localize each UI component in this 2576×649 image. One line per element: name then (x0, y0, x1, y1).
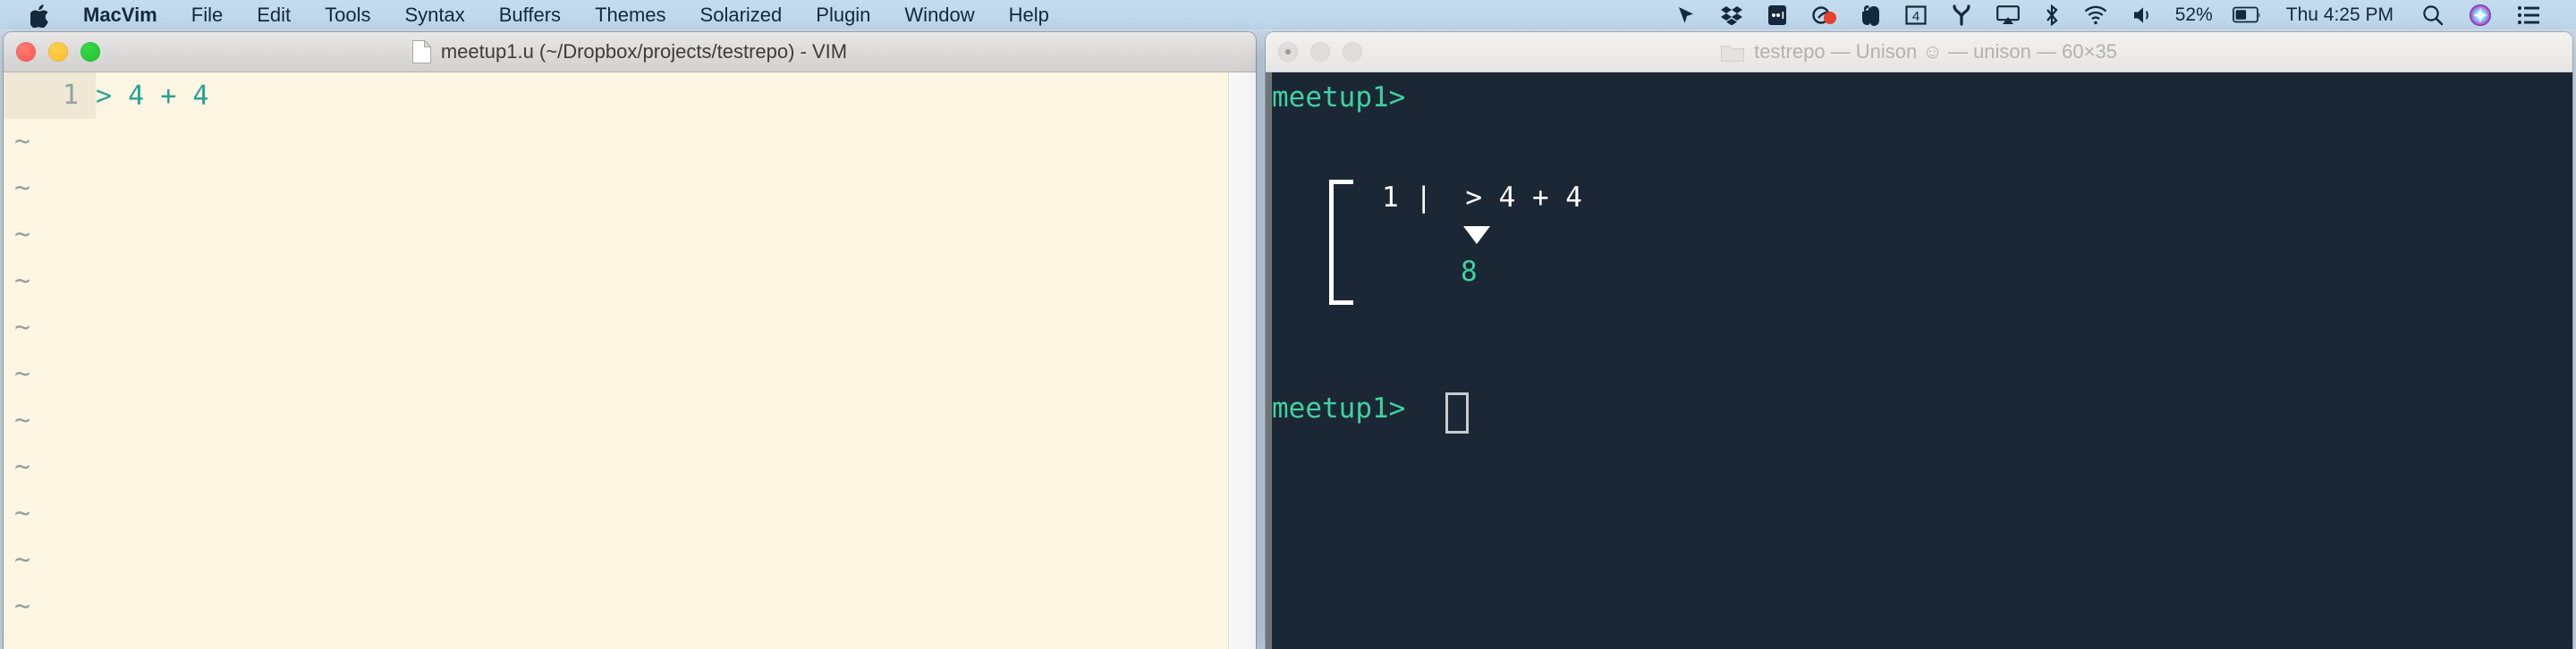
terminal-title-bar[interactable]: testrepo — Unison ☺ — unison — 60×35 (1266, 32, 2572, 72)
tilde-marker: ~ (14, 591, 31, 622)
menu-item-solarized[interactable]: Solarized (683, 0, 800, 30)
terminal-content-area[interactable]: meetup1> 1 | > 4 + 4 8 meetup1> (1266, 72, 2572, 649)
tilde-marker: ~ (14, 173, 31, 204)
app-dots-icon[interactable] (1755, 0, 1800, 30)
line-number-1: 1 (4, 72, 96, 119)
macvim-editor-area[interactable]: 1 > 4 + 4 ~ ~ ~ ~ ~ ~ ~ ~ ~ ~ ~ (4, 72, 1256, 649)
editor-empty-line: ~ (4, 305, 1256, 351)
calendar-day-text: 4 (1912, 9, 1919, 24)
minimize-button[interactable] (1310, 42, 1330, 62)
control-center-icon[interactable] (2504, 0, 2553, 30)
location-arrow-icon[interactable] (1664, 0, 1708, 30)
zoom-button[interactable] (1343, 42, 1362, 62)
editor-scrollbar[interactable] (1228, 72, 1256, 649)
watch-result-value: 8 (1461, 256, 1478, 288)
watch-expression-text: 1 | > 4 + 4 (1382, 181, 1582, 214)
editor-line-1[interactable]: 1 > 4 + 4 (4, 72, 1256, 119)
editor-line-1-code: > 4 + 4 (96, 80, 209, 112)
menu-item-buffers[interactable]: Buffers (482, 0, 578, 30)
menu-item-plugin[interactable]: Plugin (799, 0, 887, 30)
battery-icon[interactable] (2220, 0, 2274, 30)
watch-expression-bracket (1329, 180, 1353, 305)
editor-empty-line: ~ (4, 444, 1256, 491)
macvim-title-bar[interactable]: meetup1.u (~/Dropbox/projects/testrepo) … (4, 32, 1256, 72)
terminal-traffic-lights (1278, 32, 1362, 72)
menu-item-macvim[interactable]: MacVim (66, 0, 174, 30)
folder-icon (1721, 43, 1745, 62)
tilde-marker: ~ (14, 219, 31, 250)
editor-empty-line: ~ (4, 258, 1256, 305)
editor-empty-line: ~ (4, 398, 1256, 444)
close-button[interactable] (1278, 42, 1298, 62)
terminal-prompt-top: meetup1> (1272, 81, 1406, 114)
tilde-marker: ~ (14, 312, 31, 343)
siri-icon[interactable] (2456, 0, 2504, 30)
macvim-title-group: meetup1.u (~/Dropbox/projects/testrepo) … (411, 40, 848, 63)
calendar-icon[interactable]: 4 (1893, 0, 1939, 30)
airplay-icon[interactable] (1984, 0, 2032, 30)
volume-icon[interactable] (2120, 0, 2166, 30)
battery-percent-label: 52% (2174, 4, 2213, 25)
menu-item-tools[interactable]: Tools (308, 0, 387, 30)
menu-item-syntax[interactable]: Syntax (387, 0, 481, 30)
menu-item-themes[interactable]: Themes (578, 0, 682, 30)
close-button[interactable] (16, 42, 36, 62)
tilde-marker: ~ (14, 451, 31, 483)
editor-empty-line: ~ (4, 491, 1256, 537)
down-triangle-icon (1463, 226, 1490, 244)
macvim-title-text: meetup1.u (~/Dropbox/projects/testrepo) … (440, 40, 848, 63)
menu-item-window[interactable]: Window (887, 0, 991, 30)
macvim-window[interactable]: meetup1.u (~/Dropbox/projects/testrepo) … (4, 32, 1256, 649)
editor-empty-line: ~ (4, 119, 1256, 165)
editor-empty-line: ~ (4, 212, 1256, 258)
bluetooth-icon[interactable] (2032, 0, 2072, 30)
terminal-prompt-bottom: meetup1> (1272, 392, 1406, 425)
terminal-cursor[interactable] (1445, 392, 1469, 434)
menu-item-help[interactable]: Help (992, 0, 1066, 30)
apple-logo-icon (30, 4, 50, 29)
minimize-button[interactable] (48, 42, 68, 62)
menu-item-file[interactable]: File (174, 0, 240, 30)
apple-menu[interactable] (30, 0, 66, 30)
editor-empty-line: ~ (4, 165, 1256, 212)
zoom-button[interactable] (80, 42, 100, 62)
tilde-marker: ~ (14, 544, 31, 576)
terminal-title-group: testrepo — Unison ☺ — unison — 60×35 (1721, 40, 2117, 63)
terminal-window[interactable]: testrepo — Unison ☺ — unison — 60×35 mee… (1266, 32, 2572, 649)
screen: MacVim File Edit Tools Syntax Buffers Th… (0, 0, 2576, 649)
menu-item-edit[interactable]: Edit (240, 0, 308, 30)
tilde-marker: ~ (14, 405, 31, 436)
menu-bar-clock[interactable]: Thu 4:25 PM (2274, 4, 2410, 26)
dropbox-icon[interactable] (1708, 0, 1755, 30)
tilde-marker: ~ (14, 358, 31, 390)
fork-branch-icon[interactable] (1939, 0, 1984, 30)
macos-menu-bar: MacVim File Edit Tools Syntax Buffers Th… (0, 0, 2576, 30)
editor-empty-line: ~ (4, 351, 1256, 398)
macvim-traffic-lights (16, 32, 100, 72)
wifi-icon[interactable] (2072, 0, 2120, 30)
tilde-marker: ~ (14, 266, 31, 297)
document-icon (411, 40, 431, 63)
editor-empty-line: ~ (4, 537, 1256, 584)
screen-record-icon[interactable] (1800, 0, 1850, 30)
menu-bar-left: MacVim File Edit Tools Syntax Buffers Th… (0, 0, 1066, 30)
search-icon[interactable] (2410, 0, 2456, 30)
tilde-marker: ~ (14, 498, 31, 529)
terminal-scrollbar[interactable] (1266, 72, 1272, 649)
evernote-icon[interactable] (1850, 0, 1893, 30)
tilde-marker: ~ (14, 126, 31, 157)
terminal-title-text: testrepo — Unison ☺ — unison — 60×35 (1754, 40, 2117, 63)
editor-empty-line: ~ (4, 584, 1256, 630)
menu-bar-status-area: 4 52% Thu 4:25 PM (1664, 0, 2576, 30)
